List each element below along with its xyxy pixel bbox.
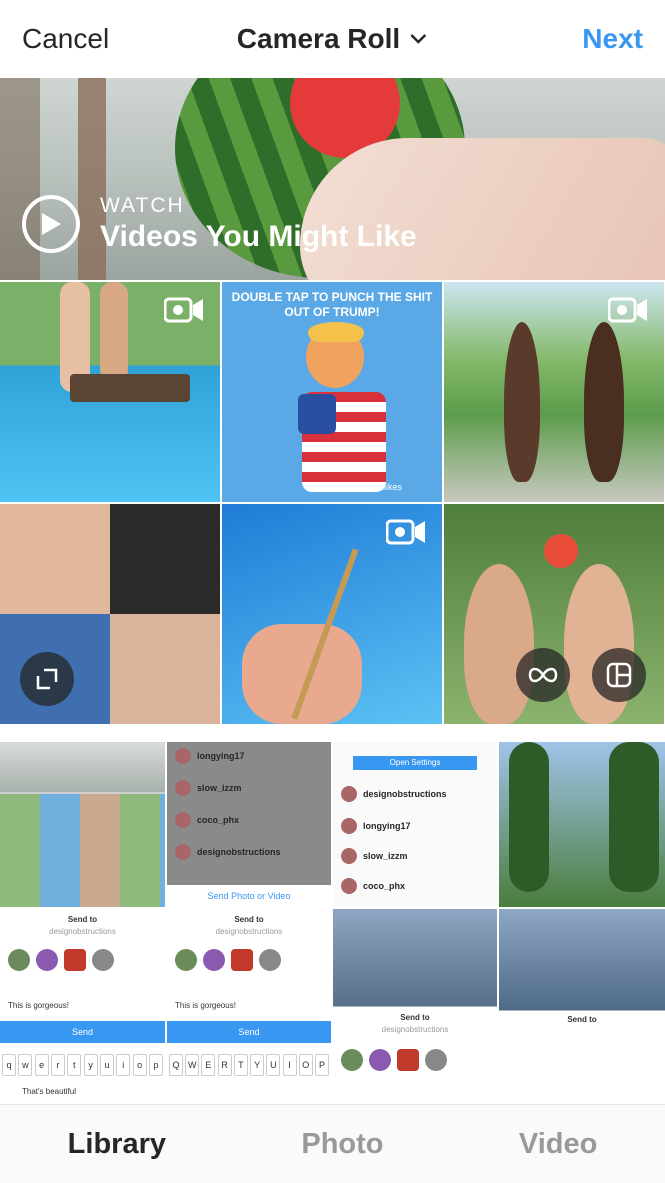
media-preview[interactable]: WATCH Videos You Might Like	[0, 78, 665, 280]
grid-tile[interactable]: DOUBLE TAP TO PUNCH THE SHIT OUT OF TRUM…	[222, 282, 442, 502]
tile-caption: DOUBLE TAP TO PUNCH THE SHIT OUT OF TRUM…	[231, 290, 433, 319]
cancel-button[interactable]: Cancel	[22, 23, 109, 55]
send-photo-button: Send Photo or Video	[167, 885, 331, 907]
mode-tab-bar: Library Photo Video	[0, 1104, 665, 1183]
tab-photo[interactable]: Photo	[301, 1128, 383, 1161]
grid-tile[interactable]: longying17 slow_izzm coco_phx designobst…	[167, 742, 331, 907]
layout-icon[interactable]	[592, 648, 646, 702]
grid-tile[interactable]: Send to	[499, 909, 665, 1104]
tile-credit: @post.likes	[355, 482, 402, 492]
next-button[interactable]: Next	[582, 23, 643, 55]
media-grid: DOUBLE TAP TO PUNCH THE SHIT OUT OF TRUM…	[0, 282, 665, 742]
grid-tile[interactable]: Send to designobstructions This is gorge…	[167, 909, 331, 1104]
grid-tile[interactable]	[0, 742, 165, 907]
grid-tile[interactable]	[444, 282, 664, 502]
top-bar: Cancel Camera Roll Next	[0, 0, 665, 78]
grid-tile[interactable]: Open Settings designobstructions longyin…	[333, 742, 497, 907]
recent-screenshots: longying17 slow_izzm coco_phx designobst…	[0, 742, 665, 1104]
grid-tile[interactable]: Send to designobstructions This is gorge…	[0, 909, 165, 1104]
expand-icon[interactable]	[20, 652, 74, 706]
grid-tile[interactable]: Send to designobstructions	[333, 909, 497, 1104]
grid-tile[interactable]	[0, 282, 220, 502]
tab-video[interactable]: Video	[519, 1128, 597, 1161]
video-camera-icon	[164, 297, 203, 323]
grid-tile[interactable]	[222, 504, 442, 724]
grid-tile[interactable]	[0, 504, 220, 724]
album-selector[interactable]: Camera Roll	[237, 23, 428, 55]
watch-kicker: WATCH	[100, 194, 185, 217]
watch-promo[interactable]: WATCH Videos You Might Like	[22, 194, 417, 254]
watch-headline: Videos You Might Like	[100, 220, 417, 253]
video-camera-icon	[386, 519, 425, 545]
tab-library[interactable]: Library	[68, 1128, 166, 1161]
grid-tile[interactable]	[444, 504, 664, 724]
play-icon[interactable]	[22, 195, 80, 253]
album-title: Camera Roll	[236, 23, 401, 54]
video-camera-icon	[608, 297, 647, 323]
chevron-down-icon	[410, 34, 427, 44]
boomerang-icon[interactable]	[516, 648, 570, 702]
grid-tile[interactable]	[499, 742, 665, 907]
